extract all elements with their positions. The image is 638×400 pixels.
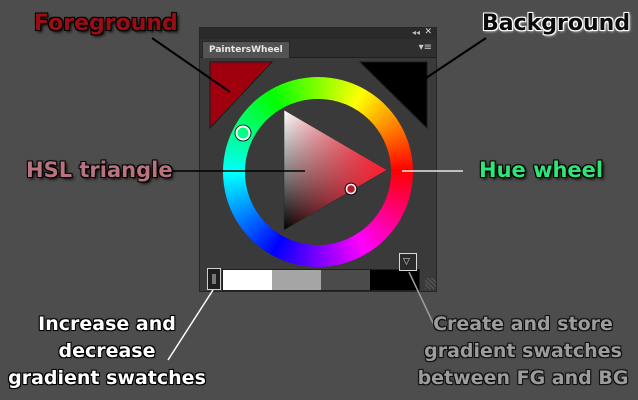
background-callout: Background [482, 11, 631, 36]
increase-decrease-callout: Increase and decrease gradient swatches [8, 311, 206, 392]
callout-line: gradient swatches [8, 367, 206, 389]
hsl-triangle-callout: HSL triangle [26, 158, 173, 182]
foreground-callout: Foreground [34, 11, 178, 36]
create-store-callout: Create and store gradient swatches betwe… [416, 311, 630, 392]
callout-line: Create and store [433, 313, 613, 335]
hue-wheel-callout: Hue wheel [479, 158, 604, 182]
callout-line: Increase and [38, 313, 176, 335]
callout-line: gradient swatches [424, 340, 622, 362]
callout-line: between FG and BG [417, 367, 629, 389]
callout-line: decrease [58, 340, 156, 362]
